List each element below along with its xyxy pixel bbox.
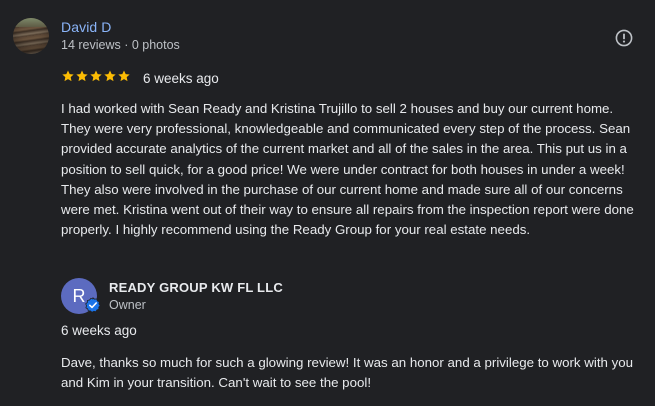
owner-name: READY GROUP KW FL LLC: [109, 280, 283, 295]
reviewer-meta: 14 reviews · 0 photos: [61, 38, 180, 52]
star-rating: [61, 69, 131, 83]
reviewer-name[interactable]: David D: [61, 19, 112, 35]
response-date: 6 weeks ago: [61, 323, 137, 338]
review-date: 6 weeks ago: [143, 71, 219, 86]
review-text: I had worked with Sean Ready and Kristin…: [61, 101, 634, 238]
star-icon: [76, 70, 88, 82]
star-icon: [118, 70, 130, 82]
response-text: Dave, thanks so much for such a glowing …: [61, 355, 634, 391]
star-icon: [90, 70, 102, 82]
star-icon: [104, 70, 116, 82]
owner-role: Owner: [109, 298, 146, 312]
avatar-photo-sky: [13, 18, 49, 27]
review-card: David D 14 reviews · 0 photos 6 weeks ag…: [0, 0, 655, 406]
star-icon: [62, 70, 74, 82]
reviewer-avatar[interactable]: [13, 18, 49, 54]
verified-check-icon: [85, 297, 101, 313]
report-flag-icon[interactable]: [615, 29, 633, 47]
